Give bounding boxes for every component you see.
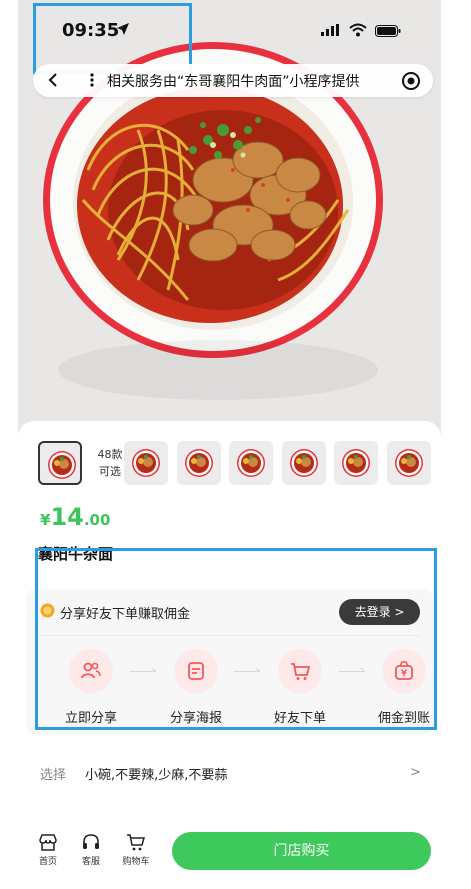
wifi-icon: [349, 23, 367, 37]
option-value: 小碗,不要辣,少麻,不要蒜: [85, 768, 228, 783]
option-select-row[interactable]: 选择 小碗,不要辣,少麻,不要蒜 >: [40, 764, 421, 784]
variant-thumb[interactable]: [124, 441, 168, 485]
variant-thumb[interactable]: [334, 441, 378, 485]
more-dots-icon[interactable]: [89, 72, 95, 88]
store-purchase-button[interactable]: 门店购买: [172, 832, 431, 870]
cart-icon: [127, 834, 145, 851]
shop-icon: [39, 834, 57, 851]
product-card: 48款 可选 ¥14.00 襄阳牛杂面 分享好友下单赚取佣金 去登录 > 立即分…: [18, 421, 441, 889]
variant-thumb[interactable]: [282, 441, 326, 485]
service-provider-text: 相关服务由“东哥襄阳牛肉面”小程序提供: [107, 74, 360, 90]
battery-icon: [375, 25, 401, 37]
tab-label: 购物车: [122, 857, 150, 867]
close-target-icon[interactable]: [401, 71, 421, 91]
chevron-right-icon: >: [410, 765, 421, 780]
mini-program-capsule: 相关服务由“东哥襄阳牛肉面”小程序提供: [33, 64, 433, 97]
variant-thumb-selected[interactable]: [38, 441, 82, 485]
bottom-action-bar: 首页 客服 购物车 门店购买: [18, 822, 441, 889]
option-key: 选择: [40, 768, 67, 783]
tab-label: 客服: [81, 857, 100, 867]
highlight-box-share: [35, 548, 437, 730]
tab-cart[interactable]: 购物车: [118, 832, 154, 867]
tab-home[interactable]: 首页: [30, 832, 66, 867]
tab-label: 首页: [38, 857, 57, 867]
headset-icon: [83, 834, 99, 849]
variant-thumb[interactable]: [387, 441, 431, 485]
status-bar: 09:35: [0, 0, 471, 74]
variant-thumbnails: 48款 可选: [38, 441, 441, 485]
cellular-signal-icon: [321, 24, 339, 36]
back-arrow-icon[interactable]: [45, 71, 63, 89]
tab-customer-service[interactable]: 客服: [73, 832, 109, 867]
product-price: ¥14.00: [40, 503, 111, 531]
variant-thumb[interactable]: [177, 441, 221, 485]
variant-thumb[interactable]: [229, 441, 273, 485]
